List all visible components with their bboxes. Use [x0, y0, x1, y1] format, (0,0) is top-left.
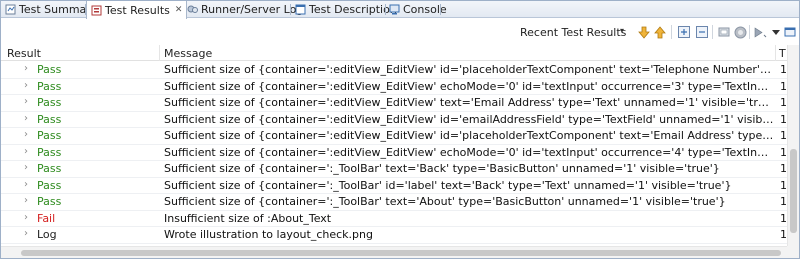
- chevron-right-icon[interactable]: ›: [24, 63, 28, 74]
- chevron-right-icon[interactable]: ›: [24, 212, 28, 223]
- test-results-view: Test Summary Test Results ✕ Runner/Serve…: [0, 0, 800, 259]
- chevron-right-icon[interactable]: ›: [24, 228, 28, 239]
- vertical-scrollbar[interactable]: [787, 45, 799, 246]
- toolbar-divider: [671, 25, 672, 39]
- view-tab-bar: Test Summary Test Results ✕ Runner/Serve…: [1, 1, 799, 19]
- result-message: Sufficient size of {container=':editView…: [164, 63, 774, 76]
- chevron-right-icon[interactable]: ›: [24, 146, 28, 157]
- result-status: Pass: [37, 63, 62, 76]
- result-count: 1: [780, 178, 787, 192]
- table-row[interactable]: › Pass Sufficient size of {container=':edi…: [1, 62, 787, 79]
- test-results-icon: [91, 5, 102, 16]
- arrow-up-icon[interactable]: [653, 25, 667, 39]
- result-count: 1: [780, 145, 787, 159]
- chevron-right-icon[interactable]: ›: [24, 80, 28, 91]
- collapse-all-icon[interactable]: [695, 25, 709, 39]
- chevron-right-icon[interactable]: ›: [24, 129, 28, 140]
- result-status: Fail: [37, 211, 56, 225]
- log-icon: [187, 4, 198, 15]
- result-status: Pass: [37, 178, 62, 192]
- tab-test-results[interactable]: Test Results ✕: [86, 1, 188, 19]
- toolbar-divider: [749, 25, 750, 39]
- result-count: 1: [780, 96, 787, 109]
- run-icon[interactable]: [753, 25, 767, 39]
- result-message: Sufficient size of {container=':editView…: [164, 96, 774, 109]
- view-toolbar: Recent Test Results ▾: [1, 19, 799, 45]
- column-divider[interactable]: [159, 45, 160, 61]
- result-message: Sufficient size of {container=':_ToolBar…: [164, 162, 720, 175]
- view-menu-icon[interactable]: [769, 25, 783, 39]
- chevron-right-icon[interactable]: ›: [24, 195, 28, 206]
- result-status: Pass: [37, 112, 62, 126]
- result-message: Wrote illustration to layout_check.png: [164, 228, 373, 241]
- result-message: Sufficient size of {container=':_ToolBar…: [164, 178, 732, 192]
- result-count: 1: [780, 63, 787, 76]
- results-table-body: › Pass Sufficient size of {container=':edi…: [1, 62, 787, 247]
- table-row[interactable]: › Pass Sufficient size of {container=':_To…: [1, 178, 787, 194]
- result-count: 1: [780, 228, 787, 241]
- table-row[interactable]: › Fail Insufficient size of :About_Text 1: [1, 211, 787, 227]
- test-summary-icon: [5, 4, 16, 15]
- result-count: 1: [780, 79, 787, 93]
- tab-label: Runner/Server Log: [201, 3, 304, 16]
- result-status: Pass: [37, 162, 62, 175]
- table-row[interactable]: › Log Wrote illustration to layout_check.p…: [1, 227, 787, 244]
- chevron-right-icon[interactable]: ›: [24, 96, 28, 107]
- result-count: 1: [780, 112, 787, 126]
- table-row[interactable]: › Pass Sufficient size of {container=':_To…: [1, 161, 787, 178]
- table-row[interactable]: › Pass Sufficient size of {container=':edi…: [1, 128, 787, 145]
- result-message: Insufficient size of :About_Text: [164, 211, 332, 225]
- stop-icon[interactable]: [733, 25, 747, 39]
- horizontal-scroll-thumb[interactable]: [21, 250, 781, 256]
- arrow-down-icon[interactable]: [637, 25, 651, 39]
- table-row[interactable]: › Pass Sufficient size of {container=':_To…: [1, 194, 787, 211]
- result-message: Sufficient size of {container=':_ToolBar…: [164, 195, 726, 208]
- description-icon: [295, 4, 306, 15]
- result-count: 1: [780, 195, 787, 208]
- result-status: Pass: [37, 129, 62, 142]
- vertical-scroll-thumb[interactable]: [790, 149, 797, 233]
- results-table-header: Result Message T: [1, 45, 787, 61]
- result-status: Pass: [37, 195, 62, 208]
- table-row[interactable]: › Pass Sufficient size of {container=':edi…: [1, 112, 787, 128]
- tab-label: Test Results: [105, 3, 170, 17]
- chevron-down-icon[interactable]: ▾: [620, 26, 624, 35]
- result-status: Pass: [37, 96, 62, 109]
- message-column-header[interactable]: Message: [164, 47, 212, 60]
- expand-all-icon[interactable]: [677, 25, 691, 39]
- tab-label: Test Description: [309, 3, 397, 16]
- table-row[interactable]: › Pass Sufficient size of {container=':edi…: [1, 145, 787, 161]
- result-message: Sufficient size of {container=':editView…: [164, 129, 774, 142]
- recent-test-results-dropdown[interactable]: Recent Test Results: [520, 26, 626, 39]
- toolbar-divider: [712, 25, 713, 39]
- result-count: 1: [780, 129, 787, 142]
- result-status: Log: [37, 228, 57, 241]
- chevron-right-icon[interactable]: ›: [24, 179, 28, 190]
- pin-icon[interactable]: [717, 25, 731, 39]
- minimize-icon[interactable]: [783, 25, 797, 39]
- result-status: Pass: [37, 79, 62, 93]
- close-icon[interactable]: ✕: [175, 5, 183, 15]
- result-status: Pass: [37, 145, 62, 159]
- result-message: Sufficient size of {container=':editView…: [164, 112, 774, 126]
- table-row[interactable]: › Pass Sufficient size of {container=':edi…: [1, 79, 787, 95]
- table-row[interactable]: › Pass Sufficient size of {container=':edi…: [1, 95, 787, 112]
- third-column-header[interactable]: T: [779, 47, 786, 60]
- result-count: 1: [780, 211, 787, 225]
- result-count: 1: [780, 162, 787, 175]
- chevron-right-icon[interactable]: ›: [24, 113, 28, 124]
- chevron-right-icon[interactable]: ›: [24, 162, 28, 173]
- tab-divider: [440, 4, 441, 15]
- result-message: Sufficient size of {container=':editView…: [164, 145, 774, 159]
- column-divider[interactable]: [775, 45, 776, 61]
- console-icon: [389, 4, 400, 15]
- result-message: Sufficient size of {container=':editView…: [164, 79, 774, 93]
- horizontal-scrollbar[interactable]: [1, 246, 787, 258]
- result-column-header[interactable]: Result: [7, 47, 41, 60]
- scrollbar-corner: [787, 246, 799, 258]
- tab-runner-server-log[interactable]: Runner/Server Log: [183, 1, 307, 18]
